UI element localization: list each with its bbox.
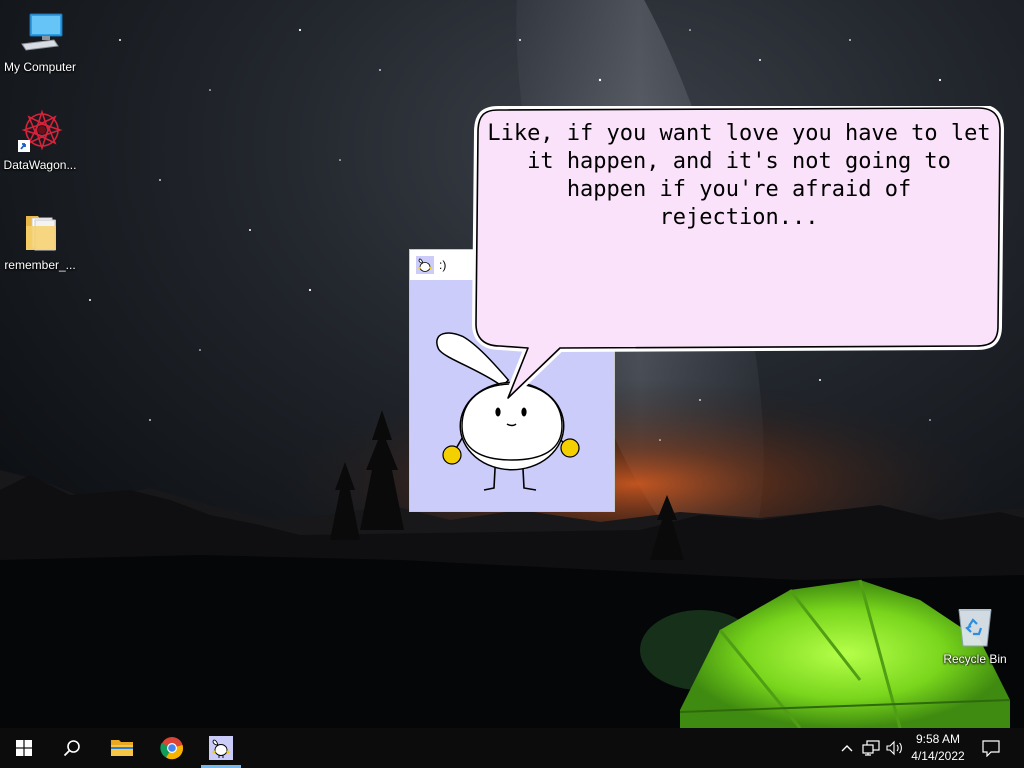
bunny-icon [209,736,233,760]
desktop-icon-label: My Computer [3,60,77,74]
chevron-up-icon [841,745,853,752]
network-icon [862,740,880,756]
buddy-window-title: :) [439,258,447,272]
windows-logo-icon [16,740,32,756]
desktop-icon-datawagon[interactable]: DataWagon... [0,108,80,172]
buddy-app-button[interactable] [197,728,245,768]
start-button[interactable] [0,728,48,768]
desktop: My Computer DataWagon... remember_... Re… [0,0,1024,768]
show-hidden-icons-button[interactable] [837,738,857,758]
folder-icon [26,216,56,251]
volume-icon [886,740,902,756]
desktop-icon-my-computer[interactable]: My Computer [0,10,80,74]
recycle-bin-icon [958,609,992,647]
datawagon-shortcut-icon [18,109,63,152]
clock-time: 9:58 AM [915,732,961,746]
taskbar: 9:58 AM 4/14/2022 [0,728,1024,768]
volume-button[interactable] [885,738,905,758]
desktop-icon-recycle-bin[interactable]: Recycle Bin [935,602,1015,666]
speech-bubble-text: Like, if you want love you have to let i… [487,121,991,230]
desktop-icon-label: remember_... [4,258,76,272]
action-center-button[interactable] [981,738,1001,758]
search-icon [63,740,80,757]
file-explorer-button[interactable] [98,728,146,768]
desktop-icon-label: Recycle Bin [943,652,1007,666]
folder-icon [111,740,133,756]
network-button[interactable] [861,738,881,758]
notification-icon [982,740,1000,757]
clock-date: 4/14/2022 [911,749,965,763]
desktop-icon-label: DataWagon... [3,158,77,172]
search-button[interactable] [48,728,96,768]
chrome-button[interactable] [148,728,196,768]
bunny-icon [416,256,434,274]
chrome-icon [160,737,184,760]
monitor-icon [21,13,63,51]
desktop-icon-remember-folder[interactable]: remember_... [0,208,80,272]
taskbar-clock[interactable]: 9:58 AM 4/14/2022 [906,731,970,765]
